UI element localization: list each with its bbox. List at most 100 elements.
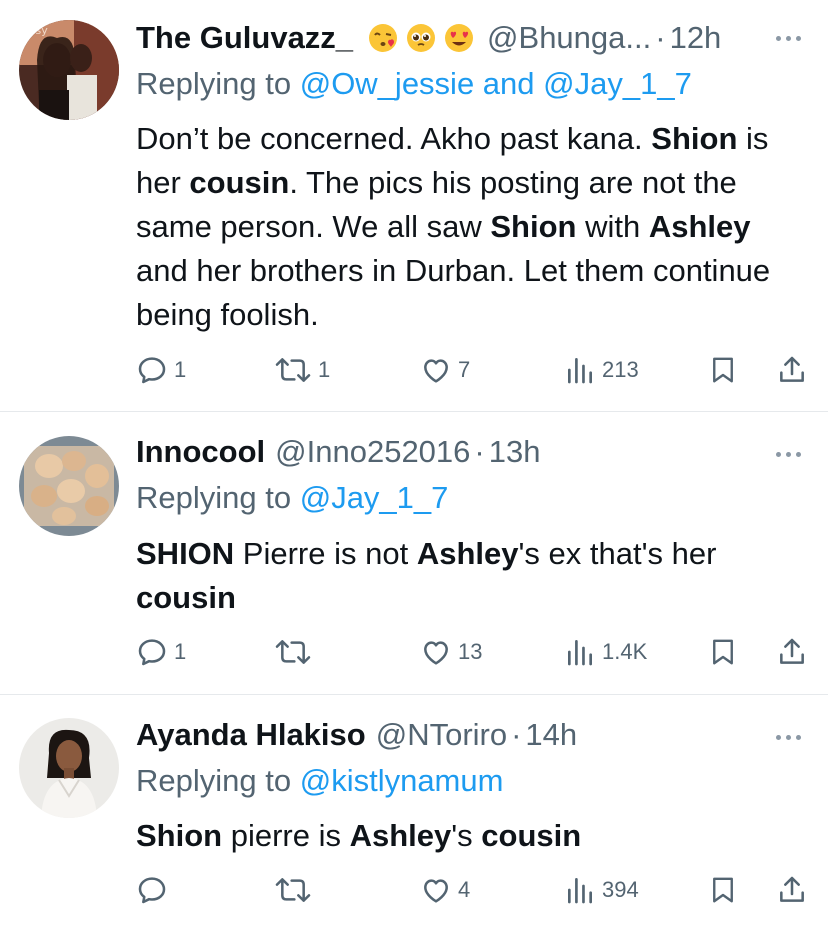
avatar[interactable]: [19, 718, 119, 818]
like-button[interactable]: 4: [420, 870, 470, 910]
view-count: 394: [602, 877, 639, 902]
text-segment: pierre is: [222, 818, 350, 853]
bookmark-button[interactable]: [708, 632, 738, 672]
replying-to-label: Replying to: [136, 66, 300, 101]
tweet-actions: 1 1 7 213: [136, 350, 808, 390]
separator-dot: ·: [511, 717, 522, 752]
reply-button[interactable]: 1: [136, 350, 186, 390]
text-segment: Don’t be concerned. Akho past kana.: [136, 121, 652, 156]
share-button[interactable]: [776, 870, 808, 910]
reply-button[interactable]: 1: [136, 632, 186, 672]
heart-eyes-emoji: [445, 24, 474, 52]
like-count: 4: [458, 877, 471, 902]
text-segment: Pierre is not: [234, 536, 417, 571]
reply-mention-link[interactable]: @kistlynamum: [300, 763, 504, 798]
display-name[interactable]: Ayanda Hlakiso: [136, 715, 366, 755]
separator-dot: ·: [474, 434, 485, 469]
bold-text-segment: Ashley: [349, 818, 452, 853]
replying-to-label: Replying to: [136, 480, 300, 515]
reply-icon: [138, 639, 166, 666]
bookmark-icon: [713, 357, 733, 383]
heart-icon: [424, 879, 448, 903]
separator-dot: ·: [655, 20, 666, 55]
repost-icon: [275, 878, 311, 902]
display-name[interactable]: Innocool: [136, 432, 265, 472]
kissing-heart-emoji: [369, 24, 398, 52]
tweet-3[interactable]: Ayanda Hlakiso @NToriro · 14h Replying t…: [0, 695, 828, 932]
tweet-text: Don’t be concerned. Akho past kana. Shio…: [136, 117, 808, 337]
repost-button[interactable]: 1: [274, 350, 330, 390]
reply-icon: [138, 877, 166, 904]
bold-text-segment: Shion: [651, 121, 738, 156]
tweet-text: SHION Pierre is not Ashley's ex that's h…: [136, 532, 808, 620]
heart-icon: [424, 359, 448, 383]
bookmark-button[interactable]: [708, 870, 738, 910]
more-options-icon[interactable]: [776, 449, 806, 459]
display-name[interactable]: The Guluvazz_: [136, 18, 353, 58]
more-options-icon[interactable]: [776, 33, 806, 43]
timestamp[interactable]: 12h: [670, 18, 722, 58]
reply-button[interactable]: [136, 870, 174, 910]
reply-count: 1: [174, 357, 187, 382]
share-button[interactable]: [776, 632, 808, 672]
repost-button[interactable]: [274, 870, 318, 910]
replying-to-label: Replying to: [136, 763, 300, 798]
bold-text-segment: Ashley: [416, 536, 519, 571]
reply-mention-link[interactable]: @Jay_1_7: [300, 480, 449, 515]
like-button[interactable]: 13: [420, 632, 482, 672]
avatar[interactable]: essy: [19, 20, 119, 120]
share-icon: [780, 876, 804, 902]
text-segment: 's ex that's her: [518, 536, 717, 571]
tweet-text: Shion pierre is Ashley's cousin: [136, 814, 808, 858]
replying-to-line: Replying to @kistlynamum: [136, 761, 503, 801]
view-count: 1.4K: [602, 639, 648, 664]
bold-text-segment: Ashley: [648, 209, 751, 244]
share-icon: [780, 638, 804, 664]
repost-button[interactable]: [274, 632, 318, 672]
text-segment: and her brothers in Durban. Let them con…: [136, 253, 771, 332]
views-icon: [568, 878, 592, 904]
share-icon: [780, 356, 804, 382]
views-icon: [568, 640, 592, 666]
pleading-face-emoji: [407, 24, 436, 52]
views-button[interactable]: 213: [564, 350, 639, 390]
like-button[interactable]: 7: [420, 350, 470, 390]
reply-icon: [138, 357, 166, 384]
like-count: 13: [458, 639, 483, 664]
bold-text-segment: cousin: [189, 165, 290, 200]
tweet-1[interactable]: essy The Guluvazz_ @Bhunga... · 12h Repl…: [0, 0, 828, 410]
like-count: 7: [458, 357, 471, 382]
heart-icon: [424, 641, 448, 665]
repost-count: 1: [318, 357, 331, 382]
views-button[interactable]: 394: [564, 870, 639, 910]
bold-text-segment: SHION: [136, 536, 235, 571]
svg-text:essy: essy: [23, 24, 48, 37]
reply-count: 1: [174, 639, 187, 664]
views-button[interactable]: 1.4K: [564, 632, 647, 672]
reply-mention-link[interactable]: @Ow_jessie and @Jay_1_7: [300, 66, 692, 101]
bold-text-segment: Shion: [490, 209, 577, 244]
bookmark-icon: [713, 639, 733, 665]
tweet-2[interactable]: Innocool @Inno252016 · 13h Replying to @…: [0, 412, 828, 694]
user-handle[interactable]: @Bhunga...: [487, 18, 651, 58]
views-icon: [568, 358, 592, 384]
bookmark-button[interactable]: [708, 350, 738, 390]
replying-to-line: Replying to @Ow_jessie and @Jay_1_7: [136, 64, 692, 104]
tweet-actions: 4 394: [136, 870, 808, 910]
share-button[interactable]: [776, 350, 808, 390]
emoji-group: [367, 22, 475, 54]
text-segment: with: [576, 209, 649, 244]
timestamp[interactable]: 14h: [525, 715, 577, 755]
bold-text-segment: cousin: [136, 580, 236, 615]
bold-text-segment: Shion: [136, 818, 223, 853]
more-options-icon[interactable]: [776, 732, 806, 742]
view-count: 213: [602, 357, 639, 382]
user-handle[interactable]: @NToriro: [376, 715, 507, 755]
tweet-actions: 1 13 1.4K: [136, 632, 808, 672]
user-handle[interactable]: @Inno252016: [275, 432, 470, 472]
bookmark-icon: [713, 877, 733, 903]
avatar[interactable]: [19, 436, 119, 536]
repost-icon: [275, 640, 311, 664]
timestamp[interactable]: 13h: [489, 432, 541, 472]
bold-text-segment: cousin: [481, 818, 582, 853]
